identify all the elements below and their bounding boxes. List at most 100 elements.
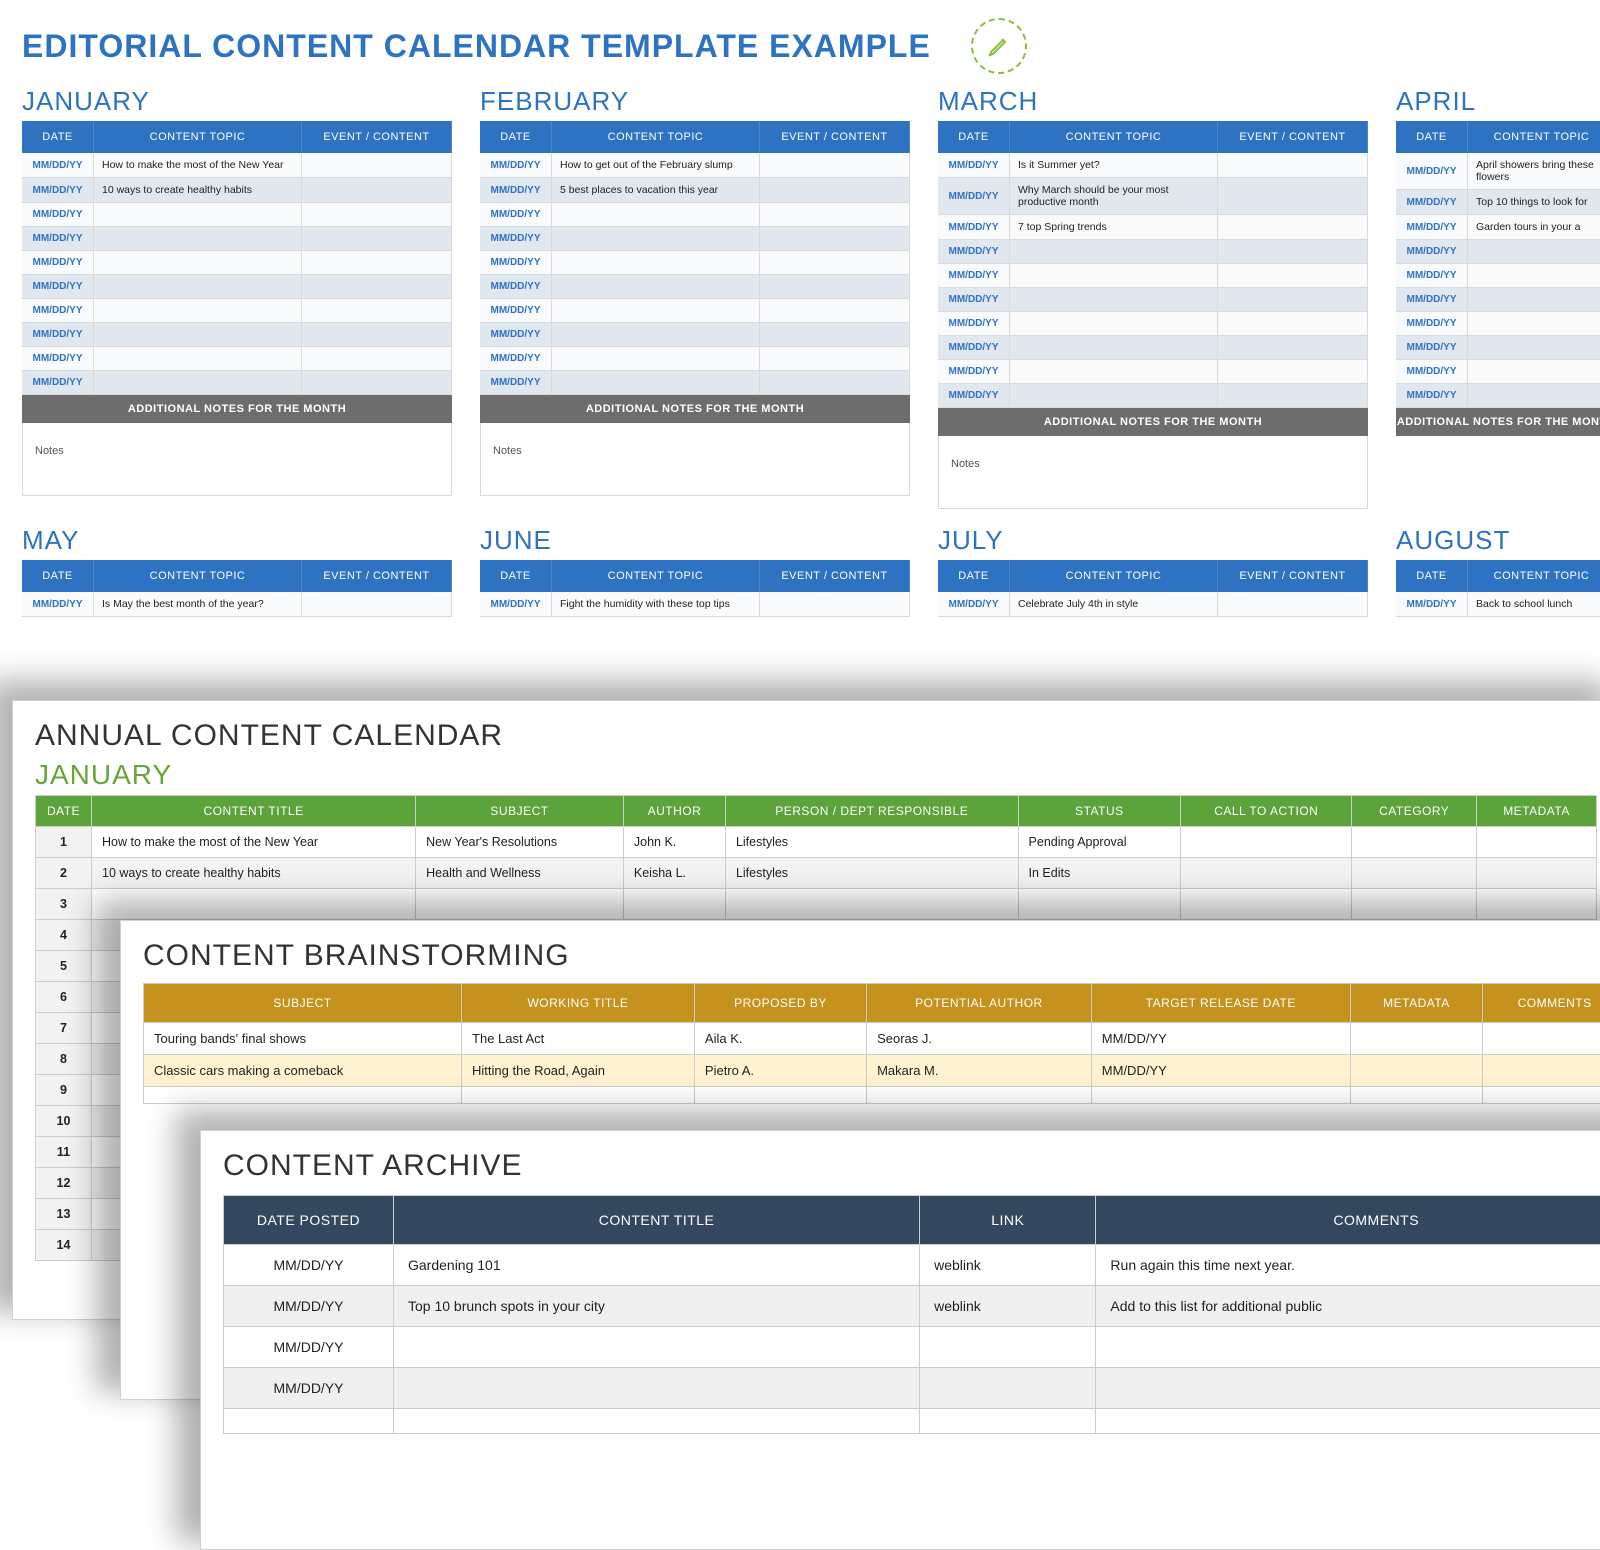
date-cell[interactable]: MM/DD/YY xyxy=(480,251,552,274)
cell[interactable]: 9 xyxy=(36,1075,92,1106)
date-cell[interactable]: MM/DD/YY xyxy=(1396,592,1468,616)
cell[interactable] xyxy=(1181,858,1352,889)
event-cell[interactable] xyxy=(302,371,452,394)
event-cell[interactable] xyxy=(302,275,452,298)
topic-cell[interactable] xyxy=(1010,240,1218,263)
topic-cell[interactable] xyxy=(94,299,302,322)
cell[interactable]: Lifestyles xyxy=(725,858,1018,889)
topic-cell[interactable]: How to get out of the February slump xyxy=(552,153,760,177)
cell[interactable]: Lifestyles xyxy=(725,827,1018,858)
event-cell[interactable] xyxy=(760,203,910,226)
cell[interactable]: 11 xyxy=(36,1137,92,1168)
topic-cell[interactable] xyxy=(1468,360,1600,383)
event-cell[interactable] xyxy=(1218,215,1368,239)
topic-cell[interactable]: Is May the best month of the year? xyxy=(94,592,302,616)
cell[interactable]: 3 xyxy=(36,889,92,920)
cell[interactable]: Gardening 101 xyxy=(394,1245,920,1286)
date-cell[interactable]: MM/DD/YY xyxy=(22,592,94,616)
cell[interactable]: weblink xyxy=(920,1245,1096,1286)
date-cell[interactable]: MM/DD/YY xyxy=(480,323,552,346)
event-cell[interactable] xyxy=(1218,264,1368,287)
event-cell[interactable] xyxy=(302,323,452,346)
cell[interactable]: 12 xyxy=(36,1168,92,1199)
event-cell[interactable] xyxy=(302,203,452,226)
cell[interactable] xyxy=(1483,1055,1600,1087)
event-cell[interactable] xyxy=(760,251,910,274)
date-cell[interactable]: MM/DD/YY xyxy=(22,251,94,274)
date-cell[interactable]: MM/DD/YY xyxy=(480,592,552,616)
cell[interactable] xyxy=(920,1327,1096,1368)
cell[interactable] xyxy=(1477,889,1597,920)
date-cell[interactable]: MM/DD/YY xyxy=(22,178,94,202)
cell[interactable]: 2 xyxy=(36,858,92,889)
event-cell[interactable] xyxy=(760,178,910,202)
notes-body[interactable]: Notes xyxy=(22,423,452,496)
date-cell[interactable]: MM/DD/YY xyxy=(938,592,1010,616)
topic-cell[interactable] xyxy=(1468,264,1600,287)
date-cell[interactable]: MM/DD/YY xyxy=(938,288,1010,311)
topic-cell[interactable] xyxy=(1010,384,1218,407)
cell[interactable] xyxy=(920,1368,1096,1409)
topic-cell[interactable] xyxy=(1010,360,1218,383)
cell[interactable] xyxy=(394,1327,920,1368)
date-cell[interactable]: MM/DD/YY xyxy=(1396,153,1468,189)
cell[interactable]: 7 xyxy=(36,1013,92,1044)
cell[interactable]: Hitting the Road, Again xyxy=(462,1055,695,1087)
topic-cell[interactable] xyxy=(552,347,760,370)
event-cell[interactable] xyxy=(760,275,910,298)
cell[interactable]: 6 xyxy=(36,982,92,1013)
date-cell[interactable]: MM/DD/YY xyxy=(480,178,552,202)
event-cell[interactable] xyxy=(1218,384,1368,407)
topic-cell[interactable] xyxy=(94,347,302,370)
cell[interactable]: Aila K. xyxy=(694,1023,866,1055)
topic-cell[interactable] xyxy=(552,227,760,250)
cell[interactable]: 1 xyxy=(36,827,92,858)
cell[interactable]: MM/DD/YY xyxy=(224,1245,394,1286)
cell[interactable]: Makara M. xyxy=(867,1055,1092,1087)
cell[interactable]: 4 xyxy=(36,920,92,951)
date-cell[interactable]: MM/DD/YY xyxy=(1396,215,1468,239)
date-cell[interactable]: MM/DD/YY xyxy=(22,347,94,370)
event-cell[interactable] xyxy=(302,299,452,322)
topic-cell[interactable] xyxy=(1468,384,1600,407)
topic-cell[interactable] xyxy=(1010,288,1218,311)
topic-cell[interactable] xyxy=(1468,288,1600,311)
event-cell[interactable] xyxy=(1218,592,1368,616)
cell[interactable]: weblink xyxy=(920,1286,1096,1327)
cell[interactable] xyxy=(1096,1368,1600,1409)
cell[interactable]: 8 xyxy=(36,1044,92,1075)
event-cell[interactable] xyxy=(1218,360,1368,383)
cell[interactable]: Health and Wellness xyxy=(416,858,624,889)
date-cell[interactable]: MM/DD/YY xyxy=(22,227,94,250)
event-cell[interactable] xyxy=(302,227,452,250)
cell[interactable]: 10 ways to create healthy habits xyxy=(92,858,416,889)
date-cell[interactable]: MM/DD/YY xyxy=(480,203,552,226)
event-cell[interactable] xyxy=(760,299,910,322)
date-cell[interactable]: MM/DD/YY xyxy=(480,153,552,177)
date-cell[interactable]: MM/DD/YY xyxy=(938,384,1010,407)
date-cell[interactable]: MM/DD/YY xyxy=(22,203,94,226)
cell[interactable] xyxy=(725,889,1018,920)
topic-cell[interactable] xyxy=(552,203,760,226)
cell[interactable] xyxy=(1352,889,1477,920)
cell[interactable]: How to make the most of the New Year xyxy=(92,827,416,858)
cell[interactable]: Add to this list for additional public xyxy=(1096,1286,1600,1327)
topic-cell[interactable] xyxy=(1010,336,1218,359)
cell[interactable]: MM/DD/YY xyxy=(224,1286,394,1327)
cell[interactable]: 5 xyxy=(36,951,92,982)
cell[interactable] xyxy=(224,1409,394,1434)
topic-cell[interactable]: Fight the humidity with these top tips xyxy=(552,592,760,616)
event-cell[interactable] xyxy=(760,227,910,250)
cell[interactable] xyxy=(1352,827,1477,858)
event-cell[interactable] xyxy=(1218,288,1368,311)
date-cell[interactable]: MM/DD/YY xyxy=(1396,360,1468,383)
event-cell[interactable] xyxy=(760,347,910,370)
cell[interactable] xyxy=(394,1409,920,1434)
topic-cell[interactable] xyxy=(94,275,302,298)
cell[interactable] xyxy=(1091,1087,1350,1104)
event-cell[interactable] xyxy=(1218,336,1368,359)
topic-cell[interactable]: Celebrate July 4th in style xyxy=(1010,592,1218,616)
event-cell[interactable] xyxy=(302,347,452,370)
cell[interactable]: John K. xyxy=(623,827,725,858)
topic-cell[interactable]: How to make the most of the New Year xyxy=(94,153,302,177)
